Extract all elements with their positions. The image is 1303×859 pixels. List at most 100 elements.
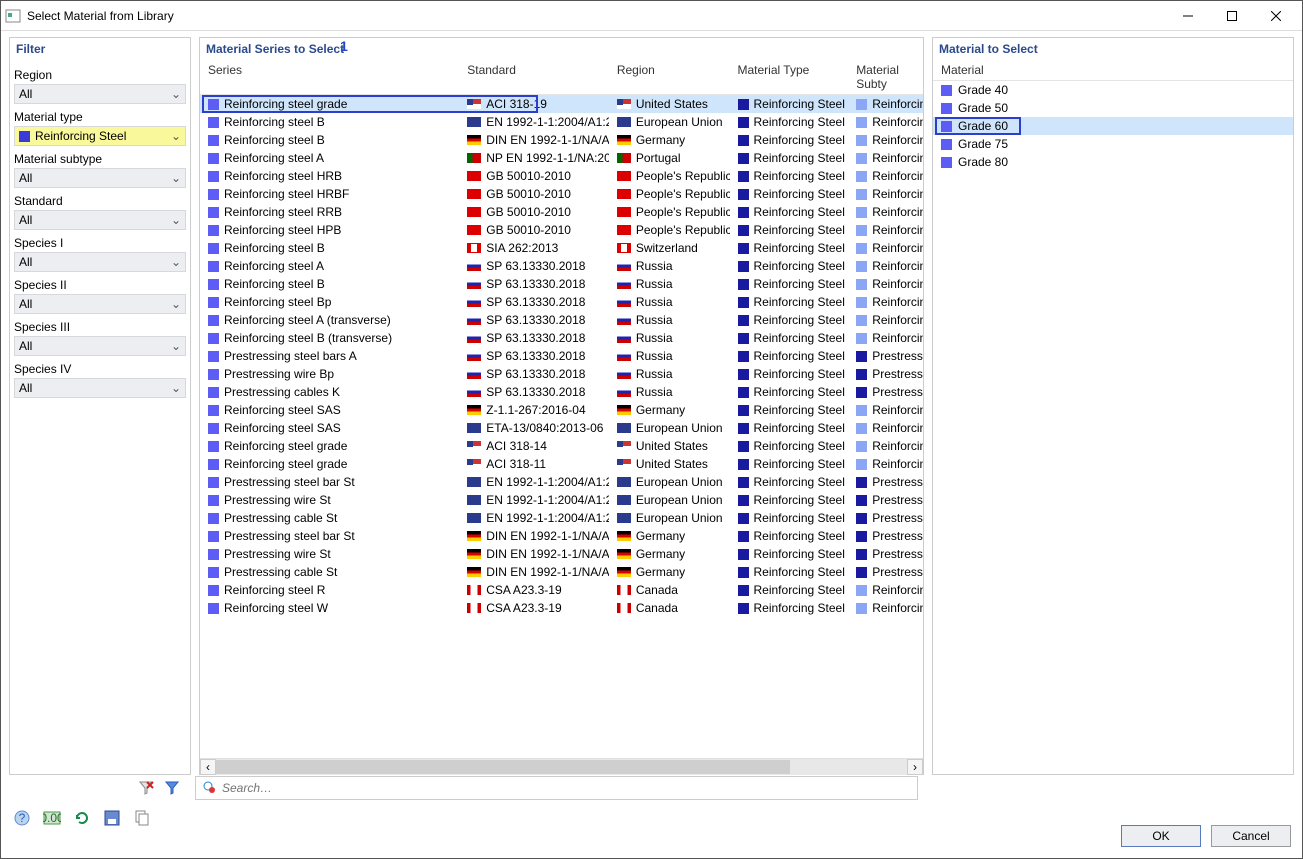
series-swatch-icon [208,171,219,182]
series-grid-header: Series Standard Region Material Type Mat… [200,60,923,95]
type-swatch-icon [738,423,749,434]
filter-species3-select[interactable]: All⌄ [14,336,186,356]
series-row[interactable]: Reinforcing steel SASETA-13/0840:2013-06… [200,419,923,437]
subtype-swatch-icon [856,135,867,146]
series-row[interactable]: Reinforcing steel RRBGB 50010-2010People… [200,203,923,221]
material-grid-body[interactable]: 2 Grade 40Grade 50Grade 60Grade 75Grade … [933,81,1293,774]
series-row[interactable]: Prestressing cables KSP 63.13330.2018Rus… [200,383,923,401]
type-swatch-icon [738,387,749,398]
filter-species4-select[interactable]: All⌄ [14,378,186,398]
type-swatch-icon [738,189,749,200]
series-swatch-icon [208,207,219,218]
series-row[interactable]: Prestressing wire StEN 1992-1-1:2004/A1:… [200,491,923,509]
material-row[interactable]: Grade 40 [933,81,1293,99]
filter-msubtype-select[interactable]: All⌄ [14,168,186,188]
flag-icon [617,207,631,217]
copy-button[interactable] [131,807,153,829]
type-swatch-icon [738,405,749,416]
flag-icon [617,405,631,415]
filter-standard-label: Standard [14,194,186,208]
cancel-button[interactable]: Cancel [1211,825,1291,847]
series-row[interactable]: Reinforcing steel BEN 1992-1-1:2004/A1:2… [200,113,923,131]
save-button[interactable] [101,807,123,829]
series-row[interactable]: Reinforcing steel ANP EN 1992-1-1/NA:201… [200,149,923,167]
series-row[interactable]: Reinforcing steel HRBGB 50010-2010People… [200,167,923,185]
series-swatch-icon [208,135,219,146]
type-swatch-icon [738,315,749,326]
series-row[interactable]: Reinforcing steel ASP 63.13330.2018Russi… [200,257,923,275]
series-row[interactable]: Reinforcing steel A (transverse)SP 63.13… [200,311,923,329]
series-swatch-icon [208,333,219,344]
scroll-track[interactable] [216,759,907,775]
series-row[interactable]: Reinforcing steel BSP 63.13330.2018Russi… [200,275,923,293]
close-button[interactable] [1254,2,1298,30]
series-row[interactable]: Prestressing steel bar StEN 1992-1-1:200… [200,473,923,491]
filter-region-select[interactable]: All⌄ [14,84,186,104]
series-row[interactable]: Prestressing steel bars ASP 63.13330.201… [200,347,923,365]
series-row[interactable]: Prestressing wire StDIN EN 1992-1-1/NA/A… [200,545,923,563]
material-header: Material to Select [933,38,1293,60]
series-swatch-icon [208,153,219,164]
flag-icon [617,567,631,577]
series-swatch-icon [208,351,219,362]
flag-icon [467,405,481,415]
filter-header: Filter [10,38,190,60]
col-series[interactable]: Series [200,60,459,94]
reload-button[interactable] [71,807,93,829]
subtype-swatch-icon [856,369,867,380]
series-row[interactable]: Reinforcing steel HRBFGB 50010-2010Peopl… [200,185,923,203]
series-row[interactable]: Prestressing cable StDIN EN 1992-1-1/NA/… [200,563,923,581]
search-input[interactable] [222,781,911,795]
series-row[interactable]: Prestressing cable StEN 1992-1-1:2004/A1… [200,509,923,527]
subtype-swatch-icon [856,297,867,308]
series-row[interactable]: Reinforcing steel B (transverse)SP 63.13… [200,329,923,347]
flag-icon [617,441,631,451]
material-row[interactable]: Grade 75 [933,135,1293,153]
col-standard[interactable]: Standard [459,60,609,94]
clear-filter-button[interactable] [135,777,157,799]
subtype-swatch-icon [856,153,867,164]
flag-icon [467,279,481,289]
scroll-thumb[interactable] [216,760,790,774]
minimize-button[interactable] [1166,2,1210,30]
app-icon [5,8,21,24]
material-grid-header: Material [933,60,1293,81]
series-row[interactable]: Reinforcing steel BSIA 262:2013Switzerla… [200,239,923,257]
col-region[interactable]: Region [609,60,730,94]
col-mtype[interactable]: Material Type [730,60,849,94]
series-row[interactable]: Reinforcing steel SASZ-1.1-267:2016-04Ge… [200,401,923,419]
col-msub[interactable]: Material Subty [848,60,923,94]
series-grid-body[interactable]: Reinforcing steel gradeACI 318-19United … [200,95,923,758]
series-row[interactable]: Prestressing wire BpSP 63.13330.2018Russ… [200,365,923,383]
series-row[interactable]: Reinforcing steel BpSP 63.13330.2018Russ… [200,293,923,311]
series-row[interactable]: Reinforcing steel gradeACI 318-19United … [200,95,923,113]
type-swatch-icon [738,135,749,146]
units-button[interactable]: 0.00 [41,807,63,829]
filter-species2-select[interactable]: All⌄ [14,294,186,314]
type-swatch-icon [738,549,749,560]
filter-standard-select[interactable]: All⌄ [14,210,186,230]
series-row[interactable]: Prestressing steel bar StDIN EN 1992-1-1… [200,527,923,545]
series-row[interactable]: Reinforcing steel gradeACI 318-11United … [200,455,923,473]
window-title: Select Material from Library [27,9,1166,23]
maximize-button[interactable] [1210,2,1254,30]
series-row[interactable]: Reinforcing steel WCSA A23.3-19CanadaRei… [200,599,923,617]
series-row[interactable]: Reinforcing steel HPBGB 50010-2010People… [200,221,923,239]
subtype-swatch-icon [856,315,867,326]
filter-button[interactable] [161,777,183,799]
filter-mtype-select[interactable]: Reinforcing Steel⌄ [14,126,186,146]
ok-button[interactable]: OK [1121,825,1201,847]
series-row[interactable]: Reinforcing steel RCSA A23.3-19CanadaRei… [200,581,923,599]
horizontal-scrollbar[interactable]: ‹ › [200,758,923,774]
material-row[interactable]: Grade 50 [933,99,1293,117]
material-row[interactable]: Grade 80 [933,153,1293,171]
material-row[interactable]: Grade 60 [933,117,1293,135]
filter-species1-select[interactable]: All⌄ [14,252,186,272]
scroll-left-button[interactable]: ‹ [200,759,216,775]
series-row[interactable]: Reinforcing steel BDIN EN 1992-1-1/NA/A1… [200,131,923,149]
col-material[interactable]: Material [933,60,1293,80]
series-row[interactable]: Reinforcing steel gradeACI 318-14United … [200,437,923,455]
chevron-down-icon: ⌄ [171,255,181,269]
help-button[interactable]: ? [11,807,33,829]
scroll-right-button[interactable]: › [907,759,923,775]
